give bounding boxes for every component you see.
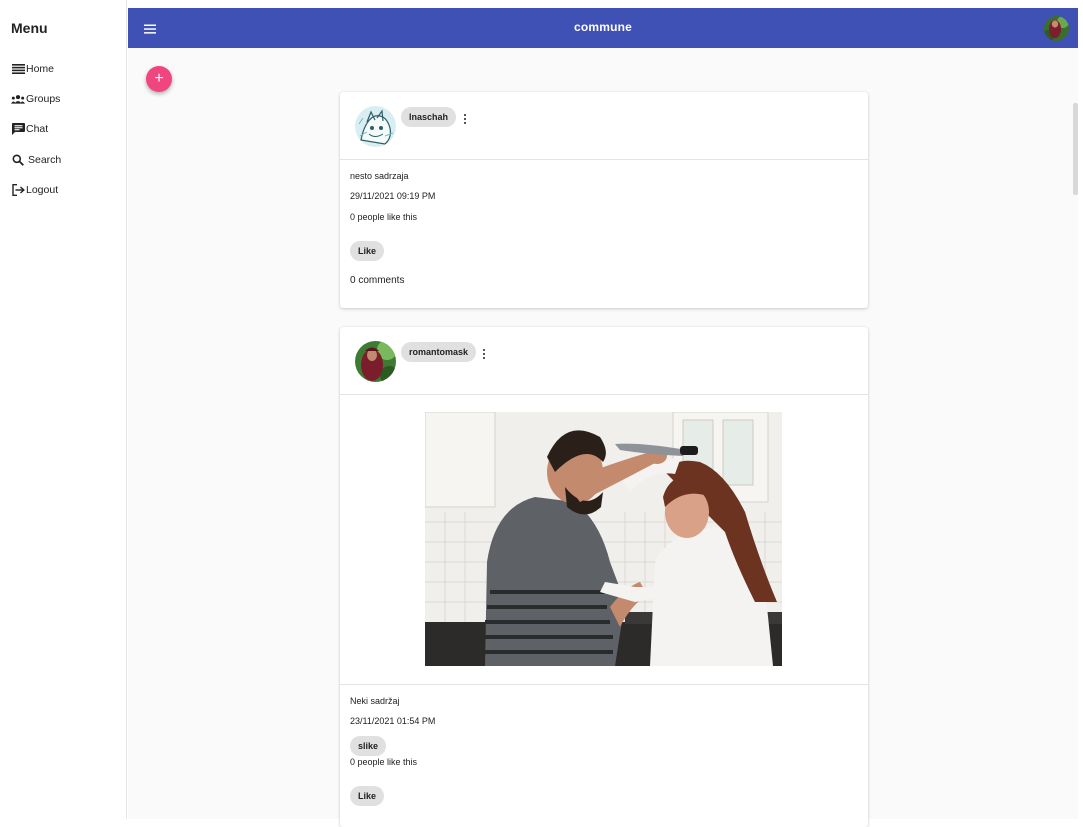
- logout-icon: [11, 183, 25, 197]
- sidebar: Menu Home Groups Chat Search Logout: [0, 0, 127, 819]
- like-button[interactable]: Like: [350, 241, 385, 261]
- user-avatar[interactable]: [1044, 16, 1069, 41]
- sidebar-item-chat[interactable]: Chat: [11, 120, 48, 138]
- sidebar-item-label: Search: [28, 154, 62, 166]
- top-app-bar: commune: [128, 8, 1078, 48]
- post-header: lnaschah: [340, 92, 868, 160]
- scrollbar[interactable]: [1073, 103, 1078, 195]
- sidebar-item-groups[interactable]: Groups: [11, 90, 60, 108]
- add-post-button[interactable]: +: [146, 66, 172, 92]
- divider: [340, 684, 868, 685]
- menu-title: Menu: [11, 20, 48, 36]
- post-image[interactable]: [425, 412, 782, 666]
- more-options-icon[interactable]: [481, 349, 487, 363]
- likes-count: 0 people like this: [350, 212, 418, 222]
- main-feed: + lnaschah nesto sadrzaja 29/11/2021 09:…: [128, 48, 1078, 827]
- sidebar-item-label: Groups: [26, 93, 61, 105]
- author-chip[interactable]: romantomask: [401, 342, 477, 362]
- app-title: commune: [573, 20, 633, 34]
- post-card: lnaschah nesto sadrzaja 29/11/2021 09:19…: [340, 92, 868, 308]
- list-icon: [11, 62, 25, 76]
- tag-chip[interactable]: slike: [350, 736, 387, 756]
- post-header: romantomask: [340, 327, 868, 395]
- post-timestamp: 23/11/2021 01:54 PM: [350, 716, 436, 726]
- like-button[interactable]: Like: [350, 786, 385, 806]
- search-icon: [11, 153, 25, 167]
- post-content: nesto sadrzaja: [350, 171, 409, 181]
- post-timestamp: 29/11/2021 09:19 PM: [350, 191, 436, 201]
- post-card: romantomask Neki sadržaj 23/11/2021 01:5…: [340, 327, 868, 827]
- likes-count: 0 people like this: [350, 757, 418, 767]
- sidebar-item-search[interactable]: Search: [11, 151, 61, 169]
- post-content: Neki sadržaj: [350, 696, 400, 706]
- chat-icon: [11, 122, 25, 136]
- author-avatar[interactable]: [355, 106, 396, 147]
- groups-icon: [11, 92, 25, 106]
- sidebar-item-home[interactable]: Home: [11, 60, 54, 78]
- sidebar-item-logout[interactable]: Logout: [11, 181, 58, 199]
- author-avatar[interactable]: [355, 341, 396, 382]
- author-chip[interactable]: lnaschah: [401, 107, 457, 127]
- sidebar-item-label: Home: [26, 63, 55, 75]
- comments-link[interactable]: 0 comments: [350, 275, 404, 286]
- sidebar-item-label: Logout: [26, 184, 59, 196]
- sidebar-item-label: Chat: [26, 123, 49, 135]
- more-options-icon[interactable]: [462, 114, 468, 128]
